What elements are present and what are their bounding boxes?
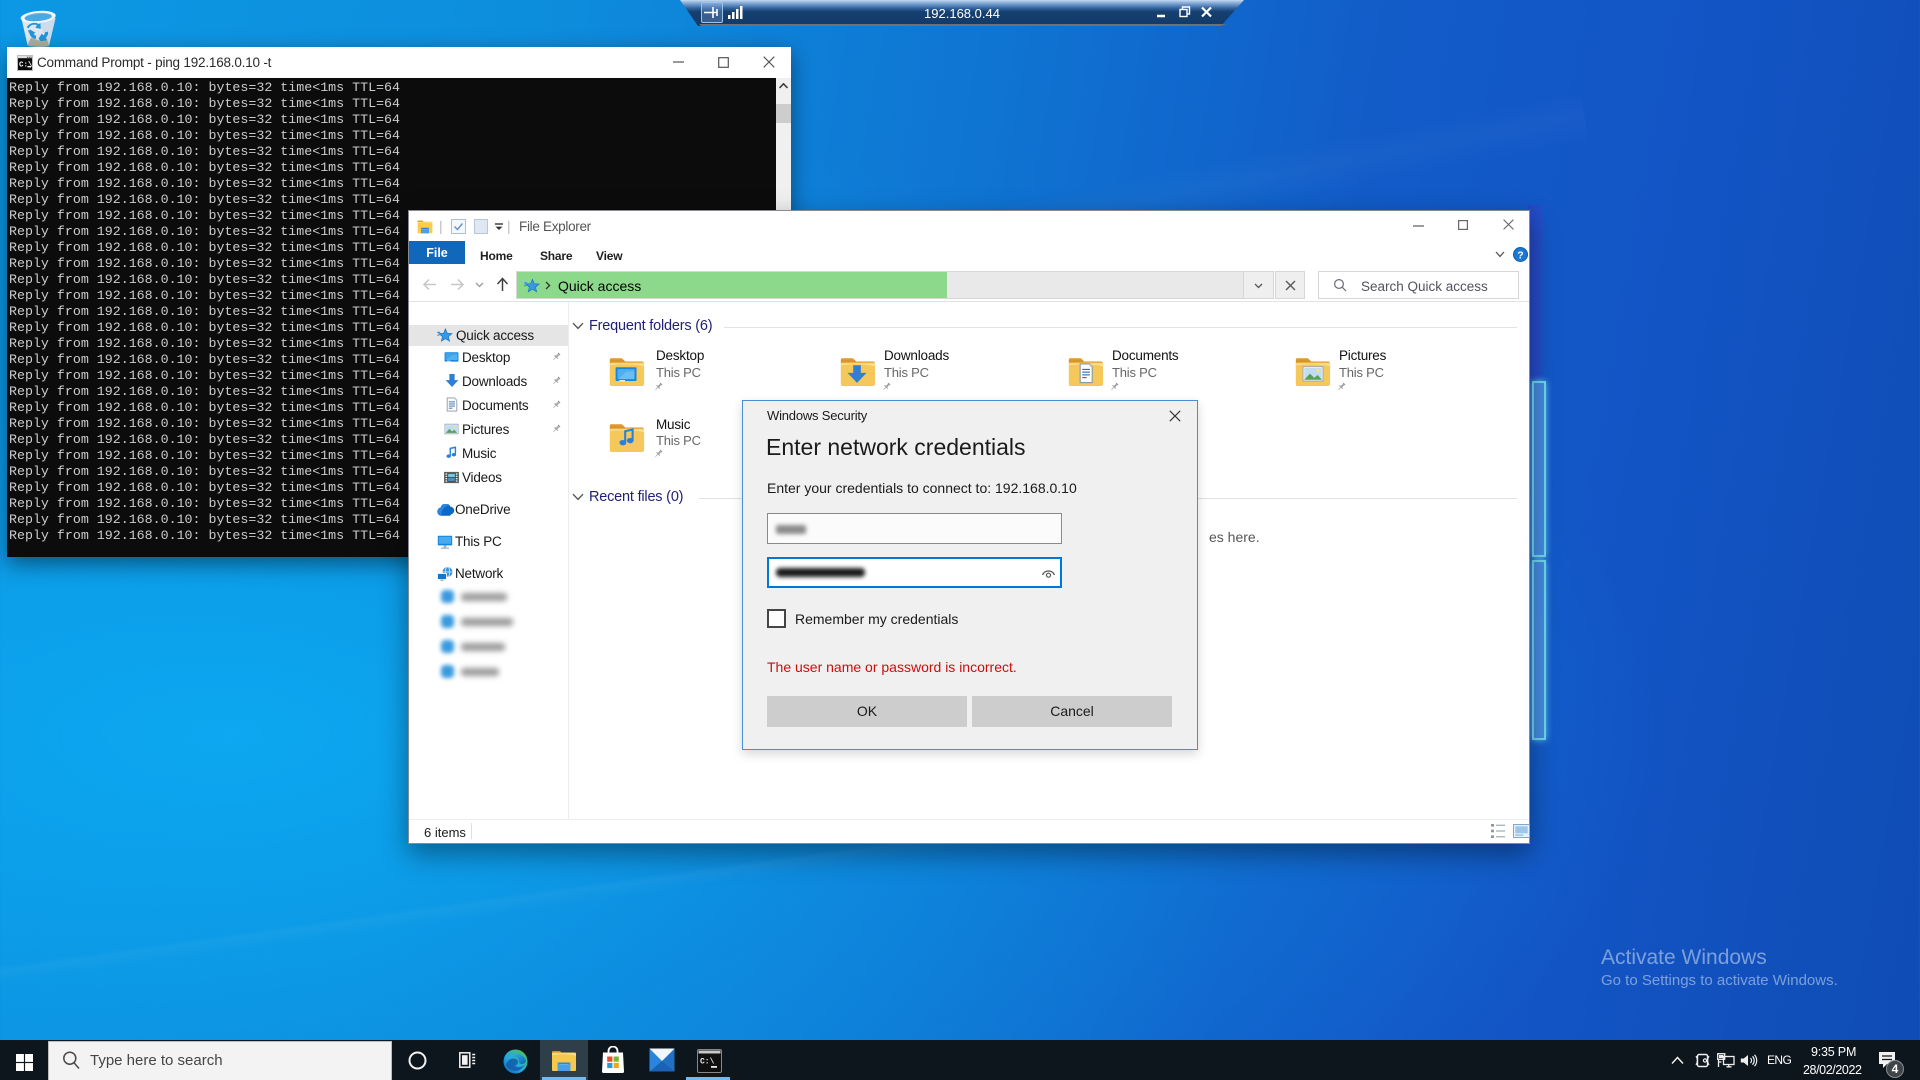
svg-text:C:\: C:\ <box>19 62 33 70</box>
svg-text:?: ? <box>1517 249 1523 261</box>
svg-text:C:\: C:\ <box>700 1058 715 1067</box>
